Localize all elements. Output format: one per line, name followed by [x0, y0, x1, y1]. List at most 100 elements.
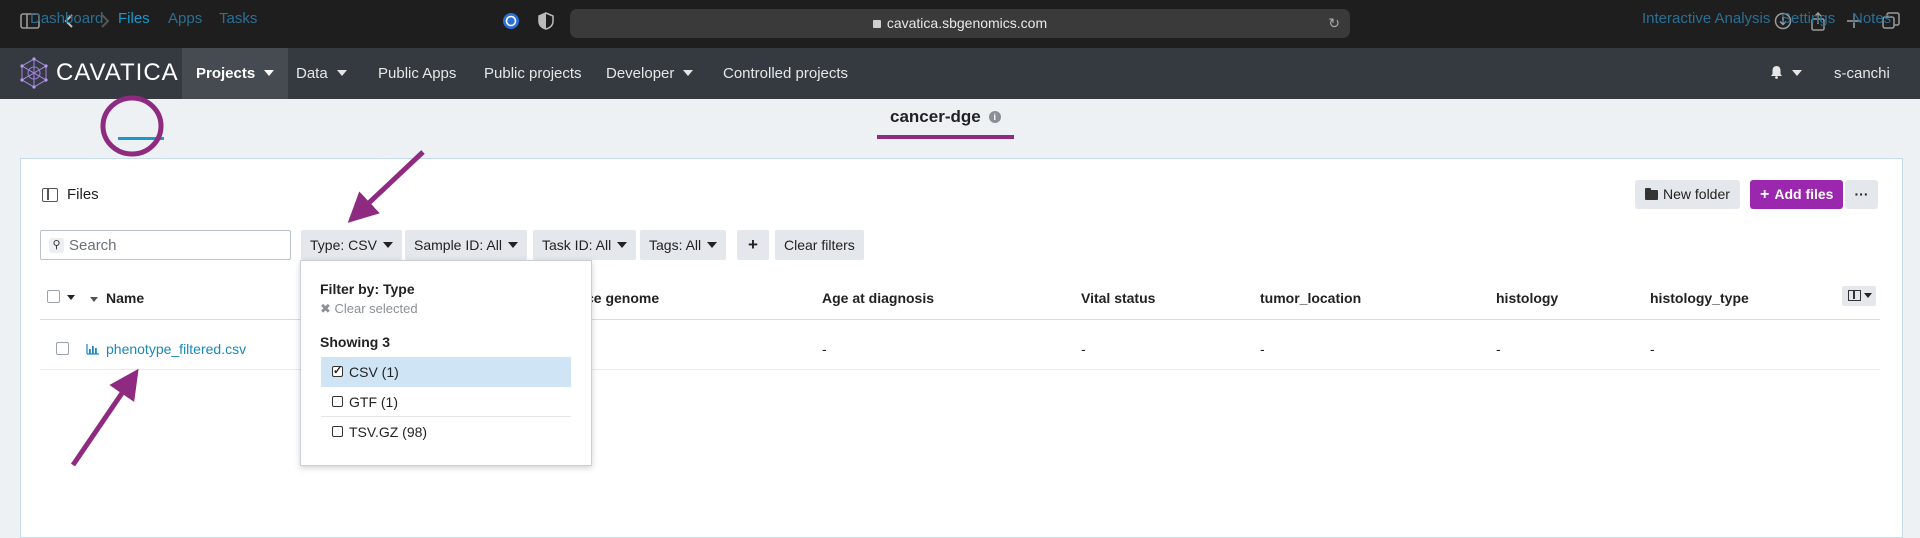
sample-id-filter-label: Sample ID: All	[414, 237, 502, 253]
url-text: cavatica.sbgenomics.com	[886, 15, 1048, 31]
column-picker-button[interactable]	[1842, 286, 1876, 306]
chevron-down-icon	[707, 242, 718, 248]
chevron-down-icon	[1864, 293, 1872, 298]
notifications-button[interactable]	[1756, 48, 1816, 99]
column-histology[interactable]: histology	[1496, 290, 1558, 306]
chevron-down-icon	[336, 70, 347, 76]
option-tsv-gz[interactable]: TSV.GZ (98)	[321, 417, 571, 447]
nav-controlled-projects-label: Controlled projects	[723, 65, 849, 82]
project-title-text: cancer-dge	[890, 107, 981, 126]
nav-projects-label: Projects	[196, 65, 256, 82]
clear-selected-link[interactable]: ✖ Clear selected	[320, 301, 418, 317]
cell-histology-type: -	[1650, 341, 1655, 357]
chevron-down-icon	[617, 242, 628, 248]
nav-public-apps[interactable]: Public Apps	[364, 48, 470, 99]
panel-toggle-icon[interactable]	[42, 187, 58, 202]
nav-public-apps-label: Public Apps	[378, 65, 457, 82]
column-tumor-location[interactable]: tumor_location	[1260, 290, 1361, 306]
nav-public-projects[interactable]: Public projects	[470, 48, 596, 99]
dropdown-title: Filter by: Type	[320, 281, 415, 297]
folder-icon	[1645, 188, 1658, 200]
task-id-filter[interactable]: Task ID: All	[533, 230, 637, 260]
task-id-filter-label: Task ID: All	[542, 237, 612, 253]
column-histology-type[interactable]: histology_type	[1650, 290, 1749, 306]
user-menu[interactable]: s-canchi	[1820, 48, 1920, 127]
tags-filter-label: Tags: All	[649, 237, 702, 253]
bell-icon	[1771, 66, 1782, 79]
link-interactive-analysis[interactable]: Interactive Analysis	[1642, 10, 1770, 27]
checkbox-icon	[332, 396, 343, 407]
search-icon: ⚲	[49, 238, 64, 253]
plus-icon: +	[1760, 186, 1770, 203]
checkbox-checked-icon	[332, 358, 343, 384]
chevron-down-icon	[382, 242, 393, 248]
type-filter-label: Type: CSV	[310, 237, 377, 253]
more-options-button[interactable]: ···	[1845, 180, 1878, 209]
column-reference-genome[interactable]: ce genome	[586, 290, 659, 306]
nav-developer[interactable]: Developer	[592, 48, 707, 99]
add-filter-button[interactable]: +	[737, 230, 769, 260]
search-field[interactable]: ⚲	[40, 230, 291, 260]
checkbox-icon	[332, 426, 343, 437]
nav-public-projects-label: Public projects	[484, 65, 582, 82]
nav-data-label: Data	[296, 65, 328, 82]
option-gtf[interactable]: GTF (1)	[321, 387, 571, 417]
file-name-link[interactable]: phenotype_filtered.csv	[106, 341, 246, 357]
files-heading-text: Files	[67, 186, 99, 203]
add-files-button[interactable]: + Add files	[1750, 180, 1844, 209]
user-name: s-canchi	[1834, 65, 1890, 82]
tab-tasks[interactable]: Tasks	[219, 10, 257, 27]
cell-tumor-location: -	[1260, 341, 1265, 357]
chevron-down-icon	[683, 70, 694, 76]
clear-filters-button[interactable]: Clear filters	[775, 230, 864, 260]
column-vital-status[interactable]: Vital status	[1081, 290, 1155, 306]
chevron-down-icon	[1792, 70, 1802, 76]
app-navbar: CAVATICA Projects Data Public Apps Publi…	[0, 48, 1920, 127]
url-field[interactable]: cavatica.sbgenomics.com ↻	[570, 9, 1350, 38]
column-age-at-diagnosis[interactable]: Age at diagnosis	[822, 290, 934, 306]
info-icon[interactable]: i	[988, 111, 1001, 123]
lock-icon	[872, 20, 881, 28]
option-csv-label: CSV (1)	[349, 364, 399, 380]
sort-desc-icon[interactable]	[90, 297, 98, 302]
column-name[interactable]: Name	[106, 290, 144, 306]
columns-icon	[1848, 290, 1861, 301]
option-csv[interactable]: CSV (1)	[321, 357, 571, 387]
option-gtf-label: GTF (1)	[349, 394, 398, 410]
nav-developer-label: Developer	[606, 65, 675, 82]
cell-age-at-diagnosis: -	[822, 341, 827, 357]
chart-file-icon	[86, 344, 99, 355]
select-all-checkbox[interactable]	[47, 290, 60, 303]
nav-projects[interactable]: Projects	[182, 48, 289, 99]
browser-toolbar: cavatica.sbgenomics.com ↻	[0, 0, 1920, 48]
option-tsv-gz-label: TSV.GZ (98)	[349, 424, 428, 440]
cell-histology: -	[1496, 341, 1501, 357]
link-notes[interactable]: Notes	[1852, 10, 1891, 27]
reload-icon[interactable]: ↻	[1328, 9, 1340, 38]
tab-apps[interactable]: Apps	[168, 10, 202, 27]
select-menu-chevron-icon[interactable]	[67, 295, 75, 300]
link-settings[interactable]: Settings	[1781, 10, 1835, 27]
cell-vital-status: -	[1081, 341, 1086, 357]
nav-data[interactable]: Data	[282, 48, 361, 99]
files-heading: Files	[42, 186, 99, 203]
new-folder-label: New folder	[1663, 186, 1730, 202]
add-files-label: Add files	[1774, 186, 1834, 202]
sample-id-filter[interactable]: Sample ID: All	[405, 230, 527, 260]
new-folder-button[interactable]: New folder	[1635, 180, 1740, 209]
tab-files[interactable]: Files	[118, 10, 150, 27]
logo-mark-icon	[20, 57, 48, 89]
chevron-down-icon	[507, 242, 518, 248]
tab-dashboard[interactable]: Dashboard	[30, 10, 103, 27]
type-filter[interactable]: Type: CSV	[301, 230, 402, 260]
extension-icon[interactable]	[502, 12, 520, 35]
cavatica-logo[interactable]: CAVATICA	[18, 56, 179, 90]
row-checkbox[interactable]	[56, 342, 69, 355]
active-tab-underline	[118, 137, 164, 140]
dropdown-showing-count: Showing 3	[320, 334, 390, 350]
nav-controlled-projects[interactable]: Controlled projects	[709, 48, 862, 99]
shield-icon[interactable]	[538, 12, 554, 35]
project-title: cancer-dge i	[890, 107, 1001, 127]
search-input[interactable]	[69, 234, 284, 256]
tags-filter[interactable]: Tags: All	[640, 230, 727, 260]
